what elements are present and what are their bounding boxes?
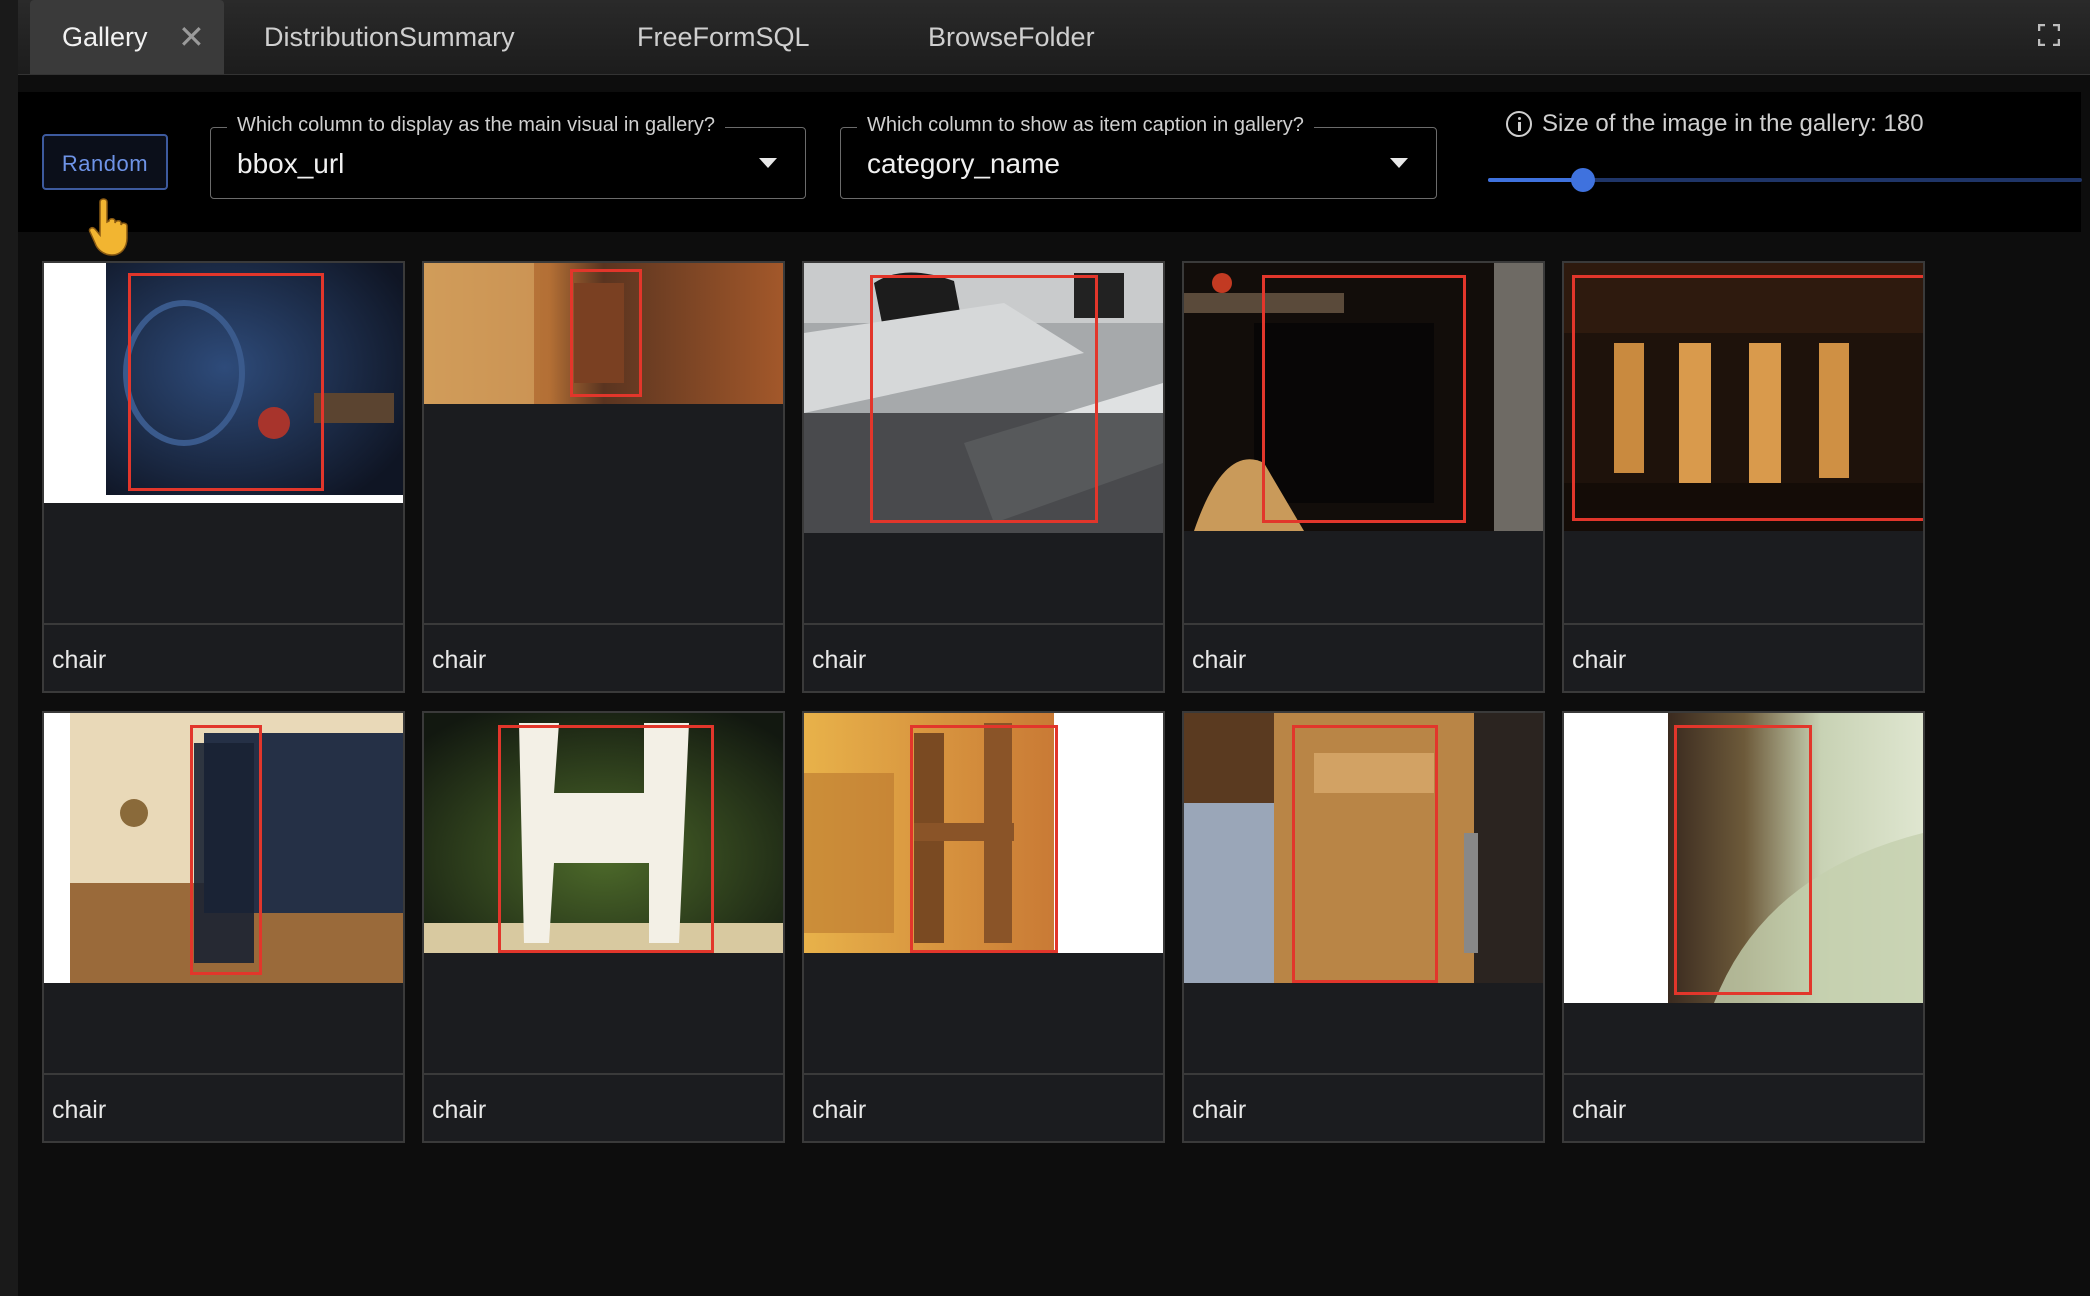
tab-freeform-sql-label: FreeFormSQL bbox=[637, 22, 810, 52]
gallery-card[interactable]: chair bbox=[422, 711, 785, 1143]
card-caption: chair bbox=[1572, 646, 1627, 674]
left-gutter bbox=[0, 0, 18, 1296]
caption-column-value: category_name bbox=[867, 148, 1061, 179]
card-image bbox=[1184, 713, 1543, 1075]
bounding-box bbox=[1292, 725, 1438, 983]
bounding-box bbox=[910, 725, 1058, 953]
card-image bbox=[1564, 713, 1923, 1075]
image-size-slider[interactable] bbox=[1488, 168, 2082, 192]
gallery-card[interactable]: chair bbox=[1182, 711, 1545, 1143]
random-button[interactable]: Random bbox=[42, 134, 168, 190]
image-size-label: Size of the image in the gallery: 180 bbox=[1506, 110, 1924, 138]
gallery-card[interactable]: chair bbox=[1182, 261, 1545, 693]
card-image bbox=[1564, 263, 1923, 625]
chevron-down-icon bbox=[759, 158, 777, 168]
gallery-card[interactable]: chair bbox=[42, 261, 405, 693]
tab-gallery-label: Gallery bbox=[62, 22, 148, 52]
gallery-card[interactable]: chair bbox=[802, 261, 1165, 693]
bounding-box bbox=[498, 725, 714, 953]
card-image bbox=[804, 713, 1163, 1075]
gallery-card[interactable]: chair bbox=[802, 711, 1165, 1143]
card-image bbox=[424, 713, 783, 1075]
tab-distribution-summary-label: DistributionSummary bbox=[264, 22, 515, 52]
bounding-box bbox=[128, 273, 324, 491]
gallery-card[interactable]: chair bbox=[1562, 261, 1925, 693]
maximize-icon[interactable] bbox=[2038, 24, 2060, 46]
main-visual-value: bbox_url bbox=[237, 148, 345, 179]
gallery-card[interactable]: chair bbox=[1562, 711, 1925, 1143]
card-caption: chair bbox=[432, 1096, 487, 1124]
card-image bbox=[424, 263, 783, 625]
card-caption: chair bbox=[52, 1096, 107, 1124]
pointer-hand-icon bbox=[88, 198, 128, 256]
slider-thumb[interactable] bbox=[1571, 168, 1596, 192]
bounding-box bbox=[1674, 725, 1812, 995]
card-image bbox=[804, 263, 1163, 625]
card-caption: chair bbox=[1572, 1096, 1627, 1124]
main-visual-select[interactable]: Which column to display as the main visu… bbox=[210, 114, 806, 199]
card-caption: chair bbox=[812, 646, 867, 674]
tab-distribution-summary[interactable]: DistributionSummary bbox=[264, 0, 515, 74]
card-image bbox=[44, 713, 403, 1075]
bounding-box bbox=[190, 725, 262, 975]
card-image bbox=[1184, 263, 1543, 625]
card-image bbox=[44, 263, 403, 625]
close-icon[interactable]: ✕ bbox=[178, 0, 205, 74]
tab-browse-folder[interactable]: BrowseFolder bbox=[928, 0, 1095, 74]
card-caption: chair bbox=[812, 1096, 867, 1124]
gallery-card[interactable]: chair bbox=[42, 711, 405, 1143]
tab-browse-folder-label: BrowseFolder bbox=[928, 22, 1095, 52]
card-caption: chair bbox=[52, 646, 107, 674]
info-icon[interactable] bbox=[1506, 111, 1532, 137]
gallery-controls: Random Which column to display as the ma… bbox=[18, 92, 2082, 256]
main-visual-label: Which column to display as the main visu… bbox=[227, 114, 725, 137]
chevron-down-icon bbox=[1390, 158, 1408, 168]
card-caption: chair bbox=[432, 646, 487, 674]
gallery-card[interactable]: chair bbox=[422, 261, 785, 693]
card-caption: chair bbox=[1192, 1096, 1247, 1124]
card-caption: chair bbox=[1192, 646, 1247, 674]
caption-column-label: Which column to show as item caption in … bbox=[857, 114, 1314, 137]
slider-fill bbox=[1488, 178, 1584, 182]
tab-freeform-sql[interactable]: FreeFormSQL bbox=[637, 0, 810, 74]
tab-bar: Gallery ✕ DistributionSummary FreeFormSQ… bbox=[18, 0, 2090, 75]
bounding-box bbox=[870, 275, 1098, 523]
bounding-box bbox=[1572, 275, 1923, 521]
image-size-text: Size of the image in the gallery: 180 bbox=[1542, 110, 1924, 137]
bounding-box bbox=[1262, 275, 1466, 523]
bounding-box bbox=[570, 269, 642, 397]
caption-column-select[interactable]: Which column to show as item caption in … bbox=[840, 114, 1437, 199]
